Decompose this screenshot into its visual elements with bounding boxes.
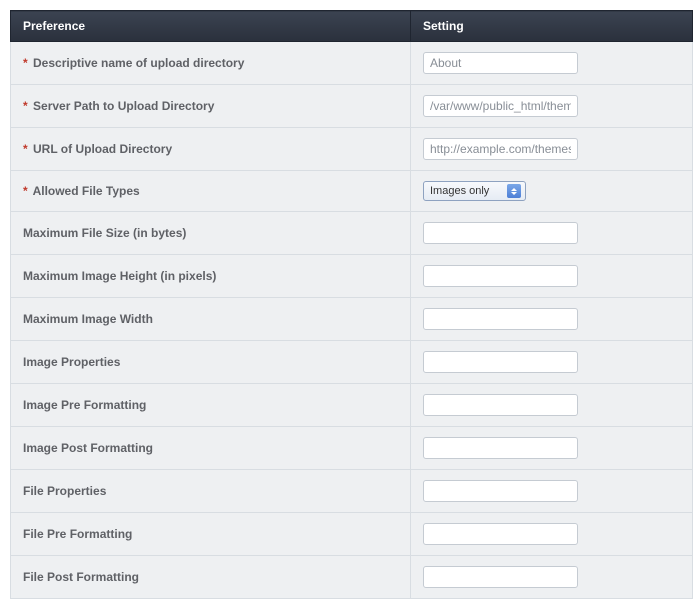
setting-cell	[411, 341, 693, 384]
preference-label-cell: File Post Formatting	[11, 556, 411, 599]
setting-input[interactable]	[423, 138, 578, 160]
table-row: * Server Path to Upload Directory	[11, 85, 693, 128]
table-row: Image Post Formatting	[11, 427, 693, 470]
required-marker: *	[23, 184, 28, 198]
preference-label-cell: File Pre Formatting	[11, 513, 411, 556]
preference-label: Image Properties	[23, 355, 120, 369]
setting-cell	[411, 85, 693, 128]
preference-label: Maximum Image Height (in pixels)	[23, 269, 216, 283]
setting-cell	[411, 427, 693, 470]
preference-label-cell: Image Post Formatting	[11, 427, 411, 470]
setting-cell	[411, 212, 693, 255]
preference-label: Image Pre Formatting	[23, 398, 146, 412]
setting-input[interactable]	[423, 308, 578, 330]
setting-cell	[411, 298, 693, 341]
preference-label: Maximum Image Width	[23, 312, 153, 326]
table-row: File Pre Formatting	[11, 513, 693, 556]
select-value: Images only	[430, 185, 489, 197]
header-setting: Setting	[411, 11, 693, 42]
allowed-file-types-select[interactable]: Images only	[423, 181, 526, 201]
setting-input[interactable]	[423, 480, 578, 502]
setting-cell	[411, 556, 693, 599]
preference-label-cell: * Descriptive name of upload directory	[11, 42, 411, 85]
setting-input[interactable]	[423, 52, 578, 74]
setting-input[interactable]	[423, 265, 578, 287]
preference-label: File Pre Formatting	[23, 527, 132, 541]
preference-label: Allowed File Types	[33, 184, 140, 198]
preference-label: Descriptive name of upload directory	[33, 56, 244, 70]
setting-input[interactable]	[423, 437, 578, 459]
preference-label-cell: Maximum File Size (in bytes)	[11, 212, 411, 255]
preference-label-cell: Maximum Image Width	[11, 298, 411, 341]
preference-label-cell: * URL of Upload Directory	[11, 128, 411, 171]
required-marker: *	[23, 99, 28, 113]
table-row: * URL of Upload Directory	[11, 128, 693, 171]
preference-label-cell: * Allowed File Types	[11, 171, 411, 212]
preference-label-cell: Image Properties	[11, 341, 411, 384]
preference-label: URL of Upload Directory	[33, 142, 172, 156]
preference-label-cell: File Properties	[11, 470, 411, 513]
setting-input[interactable]	[423, 351, 578, 373]
setting-cell	[411, 513, 693, 556]
setting-cell	[411, 255, 693, 298]
preference-label-cell: Maximum Image Height (in pixels)	[11, 255, 411, 298]
setting-input[interactable]	[423, 95, 578, 117]
setting-cell	[411, 42, 693, 85]
setting-cell: Images only	[411, 171, 693, 212]
table-row: * Descriptive name of upload directory	[11, 42, 693, 85]
table-row: Image Properties	[11, 341, 693, 384]
table-row: Image Pre Formatting	[11, 384, 693, 427]
setting-input[interactable]	[423, 394, 578, 416]
setting-input[interactable]	[423, 222, 578, 244]
table-row: Maximum Image Width	[11, 298, 693, 341]
header-preference: Preference	[11, 11, 411, 42]
required-marker: *	[23, 142, 28, 156]
preferences-table: Preference Setting * Descriptive name of…	[10, 10, 693, 599]
preference-label-cell: * Server Path to Upload Directory	[11, 85, 411, 128]
table-row: Maximum Image Height (in pixels)	[11, 255, 693, 298]
select-stepper-icon	[507, 184, 521, 198]
preference-label: File Properties	[23, 484, 106, 498]
setting-cell	[411, 384, 693, 427]
setting-input[interactable]	[423, 523, 578, 545]
preference-label-cell: Image Pre Formatting	[11, 384, 411, 427]
setting-cell	[411, 128, 693, 171]
preference-label: Image Post Formatting	[23, 441, 153, 455]
table-row: * Allowed File Types Images only	[11, 171, 693, 212]
preference-label: Maximum File Size (in bytes)	[23, 226, 186, 240]
preference-label: File Post Formatting	[23, 570, 139, 584]
table-row: File Properties	[11, 470, 693, 513]
preference-label: Server Path to Upload Directory	[33, 99, 214, 113]
setting-cell	[411, 470, 693, 513]
table-row: Maximum File Size (in bytes)	[11, 212, 693, 255]
required-marker: *	[23, 56, 28, 70]
table-row: File Post Formatting	[11, 556, 693, 599]
setting-input[interactable]	[423, 566, 578, 588]
